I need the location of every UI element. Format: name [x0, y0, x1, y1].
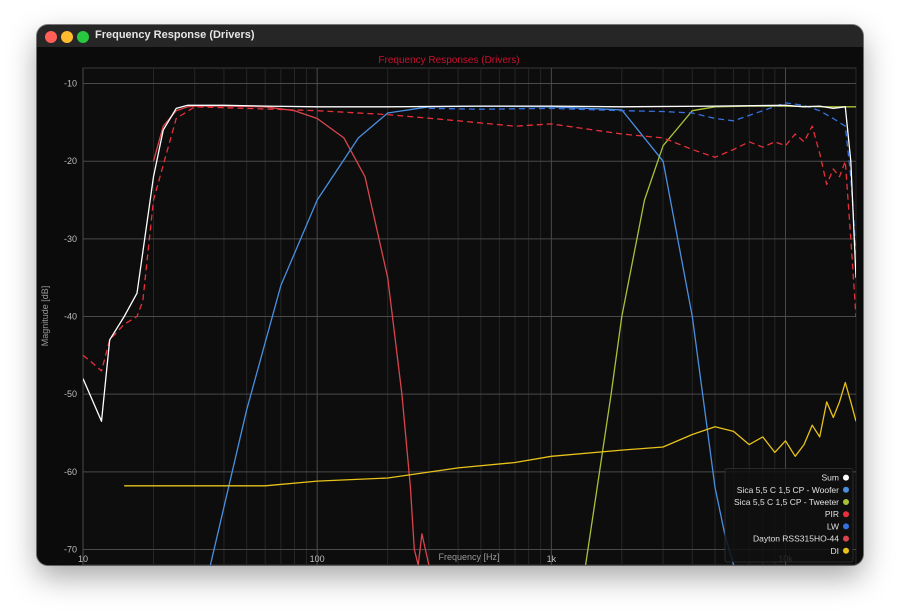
app-window: Frequency Response (Drivers) Frequency R…	[37, 25, 863, 565]
legend-swatch	[843, 523, 849, 530]
legend-label: DI	[831, 546, 840, 556]
y-tick-label: -70	[64, 544, 77, 554]
y-axis-label: Magnitude [dB]	[40, 286, 50, 347]
legend-label: Dayton RSS315HO-44	[753, 534, 839, 544]
y-tick-label: -40	[64, 312, 77, 322]
legend-label: LW	[827, 521, 839, 531]
x-tick-label: 100	[310, 554, 325, 564]
legend-label: Sum	[822, 473, 839, 483]
legend-label: PIR	[825, 509, 839, 519]
y-tick-label: -30	[64, 234, 77, 244]
legend-label: Sica 5,5 C 1,5 CP - Tweeter	[734, 497, 839, 507]
x-axis-label: Frequency [Hz]	[438, 552, 499, 562]
y-tick-label: -10	[64, 79, 77, 89]
legend: Sum Sica 5,5 C 1,5 CP - Woofer Sica 5,5 C …	[724, 468, 854, 563]
window-title: Frequency Response (Drivers)	[95, 29, 255, 41]
y-tick-label: -50	[64, 389, 77, 399]
legend-swatch	[843, 499, 849, 505]
y-tick-label: -60	[64, 467, 77, 477]
frequency-response-chart[interactable]: Frequency Responses (Drivers) 101001k10k…	[37, 47, 863, 565]
minimize-button[interactable]	[61, 31, 73, 43]
legend-label: Sica 5,5 C 1,5 CP - Woofer	[737, 485, 839, 495]
chart-title: Frequency Responses (Drivers)	[378, 55, 519, 66]
legend-swatch	[843, 474, 849, 481]
legend-swatch	[843, 535, 849, 542]
legend-swatch	[843, 486, 849, 493]
close-button[interactable]	[45, 31, 57, 43]
maximize-button[interactable]	[77, 31, 89, 43]
legend-swatch	[843, 511, 849, 518]
x-tick-label: 10	[78, 554, 88, 564]
y-tick-label: -20	[64, 156, 77, 166]
title-bar: Frequency Response (Drivers)	[37, 25, 863, 48]
legend-swatch	[843, 547, 849, 554]
x-tick-label: 1k	[547, 554, 557, 564]
